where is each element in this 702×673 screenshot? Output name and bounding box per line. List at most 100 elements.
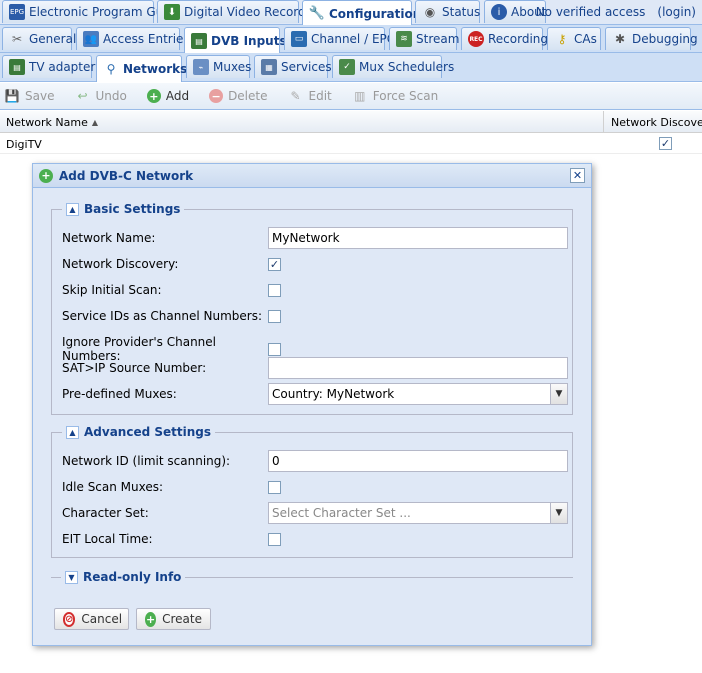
network-name-input[interactable]: MyNetwork bbox=[268, 227, 568, 249]
force-scan-button[interactable]: ▥ Force Scan bbox=[352, 88, 438, 104]
chevron-down-icon[interactable]: ▼ bbox=[550, 503, 567, 523]
column-header-network-discovery[interactable]: Network Discovery bbox=[605, 111, 702, 133]
collapse-icon[interactable]: ▲ bbox=[66, 425, 79, 439]
predefined-muxes-select[interactable]: Country: MyNetwork ▼ bbox=[268, 383, 568, 405]
network-name-row: Network Name: MyNetwork bbox=[62, 227, 568, 249]
edit-button[interactable]: ✎ Edit bbox=[288, 88, 331, 104]
save-icon: 💾 bbox=[4, 89, 20, 103]
satip-source-row: SAT>IP Source Number: bbox=[62, 357, 568, 379]
advanced-settings-legend[interactable]: ▲ Advanced Settings bbox=[62, 425, 216, 439]
tv-card-icon: ▤ bbox=[191, 33, 207, 49]
create-button[interactable]: + Create bbox=[136, 608, 211, 630]
service-ids-row: Service IDs as Channel Numbers: bbox=[62, 309, 281, 323]
tab-general[interactable]: ✂ General bbox=[2, 27, 76, 50]
tab-recording[interactable]: REC Recording bbox=[461, 27, 548, 50]
satip-source-input[interactable] bbox=[268, 357, 568, 379]
eit-local-time-checkbox[interactable] bbox=[268, 532, 281, 546]
access-status-text: No verified access bbox=[535, 5, 646, 19]
dvb-tab-bar: ▤ TV adapters ⚲ Networks ⌁ Muxes ▦ Servi… bbox=[0, 53, 702, 82]
field-label: Idle Scan Muxes: bbox=[62, 480, 164, 494]
tab-networks[interactable]: ⚲ Networks bbox=[96, 55, 187, 82]
field-label: Service IDs as Channel Numbers: bbox=[62, 309, 263, 323]
select-value: Country: MyNetwork bbox=[272, 387, 395, 401]
stream-icon: ≋ bbox=[396, 31, 412, 47]
create-label: Create bbox=[162, 612, 202, 626]
tab-debugging[interactable]: ✱ Debugging bbox=[605, 27, 698, 50]
select-placeholder: Select Character Set ... bbox=[272, 506, 411, 520]
column-header-network-name[interactable]: Network Name ▲ bbox=[0, 111, 604, 133]
tab-label: Stream bbox=[416, 32, 460, 46]
network-discovery-checkbox[interactable]: ✓ bbox=[659, 137, 672, 150]
tab-label: Debugging bbox=[632, 32, 698, 46]
tab-label: Services bbox=[281, 60, 332, 74]
tab-label: Configuration bbox=[329, 6, 422, 21]
field-label: Pre-defined Muxes: bbox=[62, 387, 177, 401]
field-label: EIT Local Time: bbox=[62, 532, 153, 546]
add-icon: + bbox=[146, 89, 161, 103]
character-set-row: Character Set: Select Character Set ... … bbox=[62, 502, 568, 524]
legend-label: Basic Settings bbox=[84, 202, 181, 216]
eye-icon: ◉ bbox=[424, 5, 436, 19]
idle-scan-checkbox[interactable] bbox=[268, 480, 281, 494]
add-icon: + bbox=[145, 611, 157, 627]
table-row[interactable]: DigiTV ✓ bbox=[0, 134, 702, 154]
cancel-icon: ⊘ bbox=[63, 611, 76, 627]
network-id-row: Network ID (limit scanning): 0 bbox=[62, 450, 568, 472]
field-label: Network Name: bbox=[62, 231, 156, 245]
television-icon: ▭ bbox=[291, 31, 307, 47]
network-discovery-checkbox[interactable]: ✓ bbox=[268, 257, 281, 271]
tab-dvb-inputs[interactable]: ▤ DVB Inputs bbox=[184, 27, 287, 54]
network-id-input[interactable]: 0 bbox=[268, 450, 568, 472]
chevron-down-icon[interactable]: ▼ bbox=[550, 384, 567, 404]
tab-access-entries[interactable]: 👥 Access Entries bbox=[76, 27, 190, 50]
expand-icon[interactable]: ▼ bbox=[65, 570, 78, 584]
tab-services[interactable]: ▦ Services bbox=[254, 55, 332, 78]
login-link[interactable]: (login) bbox=[657, 5, 696, 19]
skip-initial-scan-row: Skip Initial Scan: bbox=[62, 283, 281, 297]
edit-icon: ✎ bbox=[290, 89, 301, 103]
tab-label: General bbox=[29, 32, 77, 46]
tab-stream[interactable]: ≋ Stream bbox=[389, 27, 460, 50]
skip-initial-scan-checkbox[interactable] bbox=[268, 283, 281, 297]
tab-mux-schedulers[interactable]: ✓ Mux Schedulers bbox=[332, 55, 454, 78]
close-button[interactable]: ✕ bbox=[570, 168, 585, 183]
readonly-info-legend[interactable]: ▼ Read-only Info bbox=[61, 570, 186, 584]
field-label: Character Set: bbox=[62, 506, 149, 520]
cancel-button[interactable]: ⊘ Cancel bbox=[54, 608, 129, 630]
collapse-icon[interactable]: ▲ bbox=[66, 202, 79, 216]
tab-channel-epg[interactable]: ▭ Channel / EPG bbox=[284, 27, 396, 50]
advanced-settings-fieldset: ▲ Advanced Settings Network ID (limit sc… bbox=[51, 425, 573, 558]
tab-muxes[interactable]: ⌁ Muxes bbox=[186, 55, 252, 78]
close-icon: ✕ bbox=[572, 169, 583, 182]
add-button[interactable]: + Add bbox=[146, 89, 190, 103]
tab-status[interactable]: ◉ Status bbox=[415, 0, 480, 23]
undo-label: Undo bbox=[95, 89, 127, 103]
dialog-title-bar[interactable]: + Add DVB-C Network bbox=[33, 164, 591, 188]
service-ids-checkbox[interactable] bbox=[268, 309, 281, 323]
tab-electronic-program-guide[interactable]: EPG Electronic Program Guide bbox=[2, 0, 182, 23]
tab-digital-video-recorder[interactable]: ⬇ Digital Video Recorder bbox=[157, 0, 318, 23]
delete-icon: − bbox=[209, 89, 224, 103]
delete-button[interactable]: − Delete bbox=[209, 89, 268, 103]
mux-icon: ⌁ bbox=[193, 59, 209, 75]
scheduler-icon: ✓ bbox=[339, 59, 355, 75]
character-set-select[interactable]: Select Character Set ... ▼ bbox=[268, 502, 568, 524]
main-tab-bar: EPG Electronic Program Guide ⬇ Digital V… bbox=[0, 0, 702, 26]
undo-button[interactable]: ↩ Undo bbox=[74, 88, 126, 104]
basic-settings-legend[interactable]: ▲ Basic Settings bbox=[62, 202, 185, 216]
tab-label: Access Entries bbox=[103, 32, 190, 46]
add-label: Add bbox=[165, 89, 190, 103]
tab-configuration[interactable]: 🔧 Configuration bbox=[302, 0, 421, 26]
ignore-provider-checkbox[interactable] bbox=[268, 342, 281, 356]
save-button[interactable]: 💾 Save bbox=[4, 88, 55, 104]
epg-icon: EPG bbox=[9, 4, 25, 20]
rec-icon: REC bbox=[468, 31, 484, 47]
tab-cas[interactable]: ⚷ CAs bbox=[547, 27, 601, 50]
info-icon: i bbox=[491, 4, 507, 20]
eit-local-time-row: EIT Local Time: bbox=[62, 532, 281, 546]
legend-label: Advanced Settings bbox=[84, 425, 212, 439]
tab-label: Muxes bbox=[213, 60, 252, 74]
cancel-label: Cancel bbox=[81, 612, 123, 626]
grid-header: Network Name ▲ Network Discovery bbox=[0, 111, 702, 133]
tab-tv-adapters[interactable]: ▤ TV adapters bbox=[2, 55, 102, 78]
